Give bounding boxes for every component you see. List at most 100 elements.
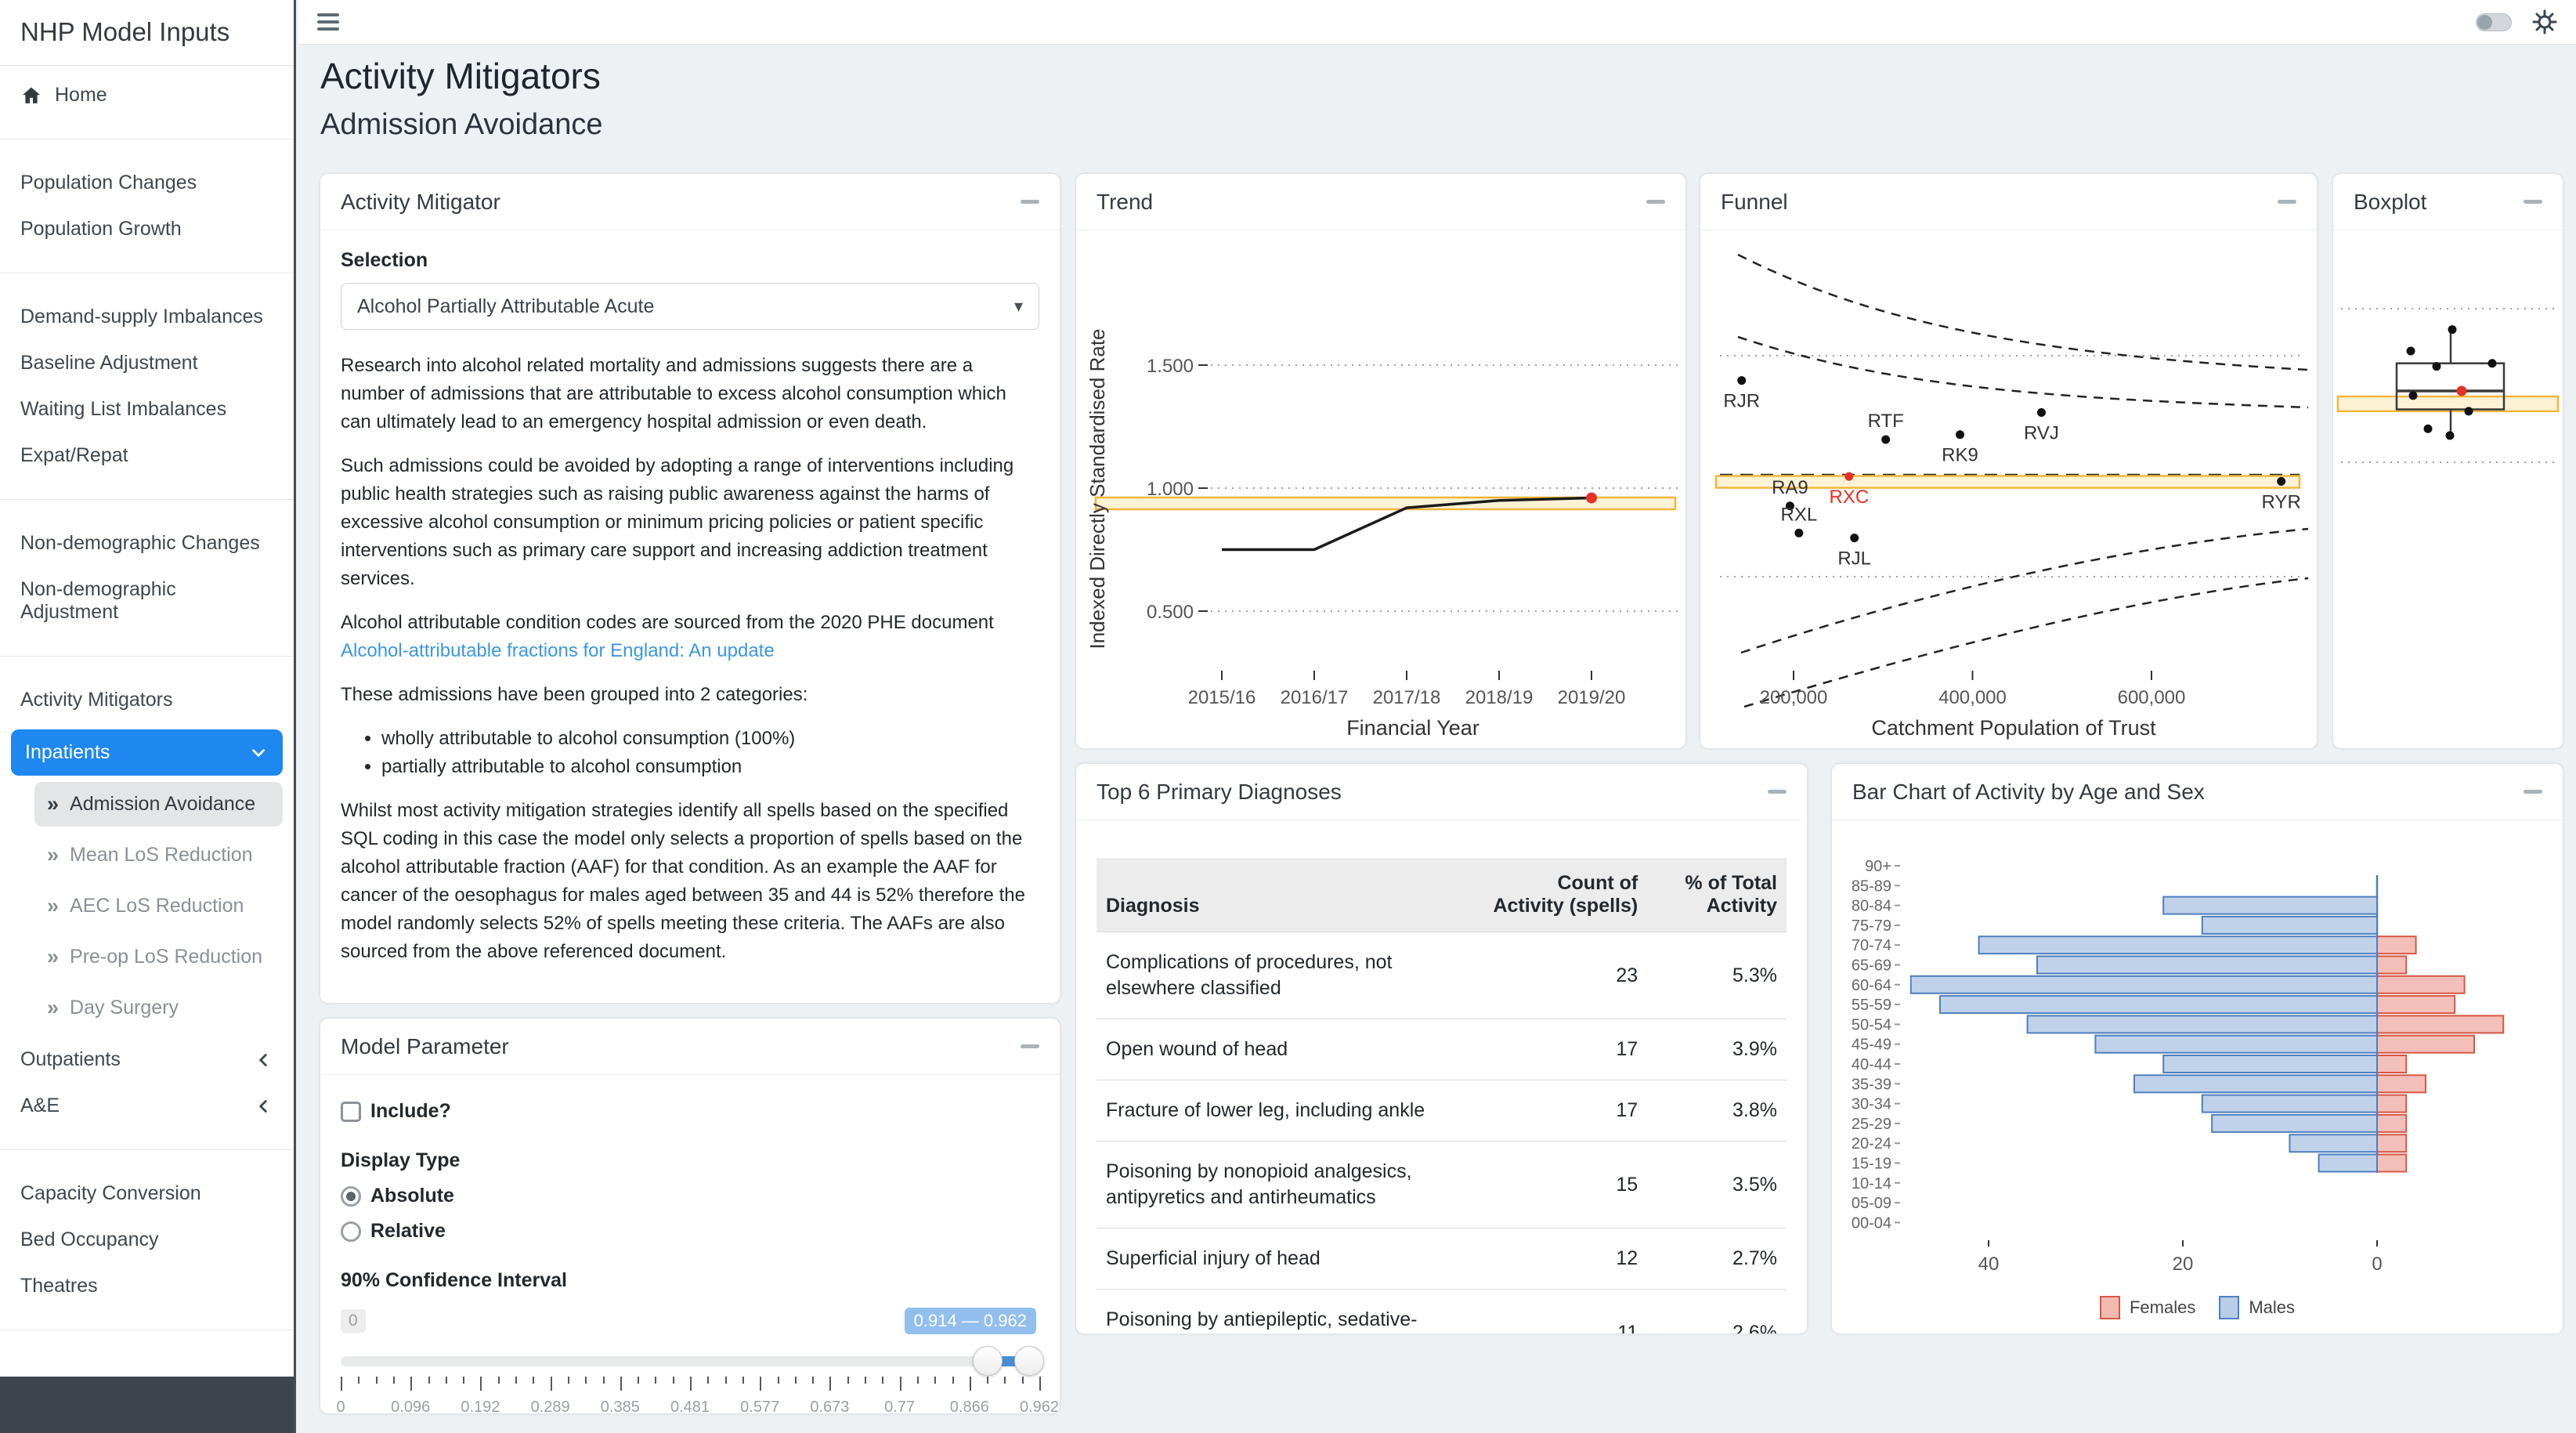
paragraph: Such admissions could be avoided by adop… bbox=[341, 452, 1039, 593]
collapse-icon[interactable] bbox=[2278, 200, 2296, 204]
sidebar-item-mean-los-reduction[interactable]: »Mean LoS Reduction bbox=[34, 833, 283, 878]
table-row: Superficial injury of head122.7% bbox=[1097, 1229, 1787, 1290]
page-subtitle: Admission Avoidance bbox=[320, 108, 603, 142]
radio-relative-label: Relative bbox=[370, 1220, 446, 1243]
paragraph-text: Alcohol attributable condition codes are… bbox=[341, 612, 994, 633]
card-title: Activity Mitigator bbox=[341, 190, 500, 215]
collapse-icon[interactable] bbox=[2524, 790, 2542, 794]
slider-tick bbox=[882, 1377, 883, 1384]
dark-mode-toggle[interactable] bbox=[2476, 13, 2512, 31]
slider-tick bbox=[551, 1377, 552, 1391]
sidebar-item-population-growth[interactable]: Population Growth bbox=[0, 206, 294, 252]
count-cell: 23 bbox=[1476, 932, 1648, 1019]
page-header: Activity Mitigators Admission Avoidance bbox=[320, 55, 603, 142]
sidebar-item-baseline-adjustment[interactable]: Baseline Adjustment bbox=[0, 340, 294, 386]
slider-tick-label: 0.096 bbox=[391, 1399, 430, 1413]
sidebar-item-outpatients[interactable]: Outpatients bbox=[0, 1037, 294, 1083]
svg-text:65-69: 65-69 bbox=[1852, 957, 1891, 975]
svg-text:2015/16: 2015/16 bbox=[1188, 687, 1256, 708]
svg-text:RXC: RXC bbox=[1829, 487, 1869, 508]
sidebar-item-day-surgery[interactable]: »Day Surgery bbox=[34, 986, 283, 1030]
slider-tick bbox=[778, 1377, 779, 1384]
svg-text:Financial Year: Financial Year bbox=[1346, 716, 1479, 740]
slider-tick bbox=[795, 1377, 797, 1384]
slider-handle-to[interactable] bbox=[1014, 1346, 1044, 1376]
sidebar-item-bed-occupancy[interactable]: Bed Occupancy bbox=[0, 1217, 294, 1263]
sidebar-item-home[interactable]: Home bbox=[0, 72, 294, 118]
svg-text:RTF: RTF bbox=[1868, 411, 1904, 432]
sidebar-item-admission-avoidance[interactable]: »Admission Avoidance bbox=[34, 782, 283, 827]
slider-tick bbox=[498, 1377, 500, 1384]
age-sex-chart-card: Bar Chart of Activity by Age and Sex 90+… bbox=[1832, 764, 2563, 1333]
column-header: Diagnosis bbox=[1097, 858, 1476, 932]
sidebar-item-non-demographic-changes[interactable]: Non-demographic Changes bbox=[0, 520, 294, 566]
sidebar-item-pre-op-los-reduction[interactable]: »Pre-op LoS Reduction bbox=[34, 935, 283, 979]
funnel-chart: RJRRTFRK9RVJRXCRA9RXLRJLRYR200,000400,00… bbox=[1700, 230, 2317, 748]
count-cell: 11 bbox=[1476, 1290, 1648, 1334]
slider-tick bbox=[742, 1377, 744, 1384]
sidebar-item-demand-supply-imbalances[interactable]: Demand-supply Imbalances bbox=[0, 294, 294, 340]
slider-tick bbox=[655, 1377, 656, 1384]
top-diagnoses-card: Top 6 Primary Diagnoses Diagnosis Count … bbox=[1076, 764, 1807, 1333]
settings-gear-icon[interactable] bbox=[2532, 9, 2557, 34]
slider-tick-label: 0 bbox=[336, 1399, 345, 1413]
double-chevron-icon: » bbox=[47, 894, 59, 918]
slider-tick bbox=[446, 1377, 447, 1384]
svg-text:Catchment Population of Trust: Catchment Population of Trust bbox=[1871, 716, 2156, 740]
double-chevron-icon: » bbox=[47, 996, 59, 1020]
svg-text:20-24: 20-24 bbox=[1852, 1135, 1891, 1153]
funnel-card: Funnel RJRRTFRK9RVJRXCRA9RXLRJLRYR200,00… bbox=[1700, 174, 2317, 748]
sidebar-item-expat-repat[interactable]: Expat/Repat bbox=[0, 432, 294, 479]
sidebar-item-waiting-list-imbalances[interactable]: Waiting List Imbalances bbox=[0, 386, 294, 432]
slider-tick bbox=[585, 1377, 587, 1384]
svg-text:70-74: 70-74 bbox=[1852, 937, 1891, 954]
sidebar-item-theatres[interactable]: Theatres bbox=[0, 1263, 294, 1309]
pct-cell: 2.7% bbox=[1647, 1229, 1787, 1290]
diagnosis-cell: Open wound of head bbox=[1097, 1019, 1476, 1080]
slider-tick bbox=[480, 1377, 482, 1391]
count-cell: 15 bbox=[1476, 1142, 1648, 1229]
svg-text:RJR: RJR bbox=[1723, 391, 1760, 412]
sidebar-divider bbox=[0, 656, 294, 657]
sidebar-item-activity-mitigators[interactable]: Activity Mitigators bbox=[0, 677, 294, 723]
list-item: wholly attributable to alcohol consumpti… bbox=[381, 725, 1039, 753]
sidebar-item-population-changes[interactable]: Population Changes bbox=[0, 160, 294, 206]
sidebar-item-inpatients[interactable]: Inpatients bbox=[11, 729, 283, 776]
count-cell: 12 bbox=[1476, 1229, 1648, 1290]
slider-tick bbox=[358, 1377, 359, 1384]
collapse-icon[interactable] bbox=[2524, 200, 2542, 204]
radio-absolute[interactable] bbox=[341, 1186, 361, 1207]
slider-tick bbox=[393, 1377, 395, 1384]
mitigator-select[interactable]: Alcohol Partially Attributable Acute ▾ bbox=[341, 283, 1039, 330]
svg-text:55-59: 55-59 bbox=[1852, 997, 1891, 1014]
radio-relative[interactable] bbox=[341, 1221, 361, 1242]
slider-tick bbox=[1039, 1377, 1041, 1391]
slider-ticks: 00.0960.1920.2890.3850.4810.5770.6730.77… bbox=[341, 1377, 1039, 1413]
slider-tick bbox=[533, 1377, 534, 1384]
phe-document-link[interactable]: Alcohol-attributable fractions for Engla… bbox=[341, 640, 775, 661]
sidebar-item-non-demographic-adjustment[interactable]: Non-demographic Adjustment bbox=[0, 566, 294, 635]
collapse-icon[interactable] bbox=[1021, 1044, 1039, 1048]
card-title: Funnel bbox=[1721, 190, 1788, 215]
sidebar-item-capacity-conversion[interactable]: Capacity Conversion bbox=[0, 1171, 294, 1217]
slider-handle-from[interactable] bbox=[973, 1346, 1003, 1376]
collapse-icon[interactable] bbox=[1021, 200, 1039, 204]
confidence-interval-slider: 0 0.914 — 0.962 00.0960.1920.2890.3850.4… bbox=[341, 1308, 1039, 1413]
count-cell: 17 bbox=[1476, 1019, 1648, 1080]
diagnosis-cell: Fracture of lower leg, including ankle bbox=[1097, 1080, 1476, 1142]
navbar-controls bbox=[2476, 9, 2557, 34]
hamburger-menu-icon[interactable] bbox=[317, 9, 339, 34]
pct-cell: 3.8% bbox=[1647, 1080, 1787, 1142]
display-type-label: Display Type bbox=[341, 1149, 1039, 1172]
svg-text:90+: 90+ bbox=[1865, 858, 1891, 875]
svg-text:1.500: 1.500 bbox=[1147, 356, 1194, 377]
slider-track[interactable] bbox=[341, 1356, 1039, 1366]
collapse-icon[interactable] bbox=[1646, 200, 1665, 204]
sidebar-item-aec-los-reduction[interactable]: »AEC LoS Reduction bbox=[34, 884, 283, 928]
svg-text:2019/20: 2019/20 bbox=[1558, 687, 1626, 708]
sidebar-item-a-e[interactable]: A&E bbox=[0, 1083, 294, 1129]
model-parameter-card: Model Parameter Include? Display Type Ab… bbox=[320, 1019, 1060, 1413]
svg-text:60-64: 60-64 bbox=[1852, 977, 1891, 994]
include-checkbox[interactable] bbox=[341, 1102, 361, 1122]
collapse-icon[interactable] bbox=[1768, 790, 1787, 794]
